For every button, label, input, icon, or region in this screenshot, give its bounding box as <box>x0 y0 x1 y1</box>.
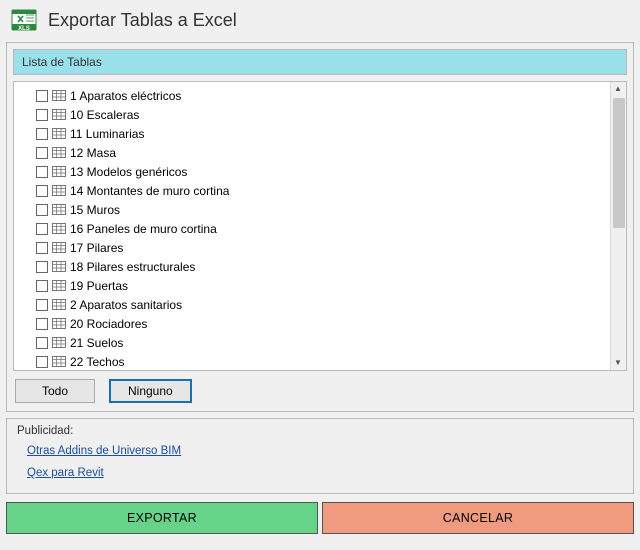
table-icon <box>52 128 66 139</box>
scroll-thumb[interactable] <box>613 98 625 228</box>
list-item[interactable]: 11 Luminarias <box>20 124 610 143</box>
list-item-label: 17 Pilares <box>70 241 123 255</box>
select-all-button[interactable]: Todo <box>15 379 95 403</box>
list-item-label: 13 Modelos genéricos <box>70 165 187 179</box>
list-item-label: 14 Montantes de muro cortina <box>70 184 229 198</box>
list-item[interactable]: 10 Escaleras <box>20 105 610 124</box>
table-icon <box>52 280 66 291</box>
list-item[interactable]: 14 Montantes de muro cortina <box>20 181 610 200</box>
cancel-button[interactable]: CANCELAR <box>322 502 634 534</box>
list-item-label: 18 Pilares estructurales <box>70 260 195 274</box>
svg-text:XLS: XLS <box>18 26 30 32</box>
checkbox[interactable] <box>36 242 48 254</box>
list-header: Lista de Tablas <box>13 49 627 75</box>
scrollbar[interactable]: ▲ ▼ <box>610 82 626 370</box>
list-item[interactable]: 21 Suelos <box>20 333 610 352</box>
table-icon <box>52 109 66 120</box>
selection-buttons: Todo Ninguno <box>13 379 627 405</box>
dialog-window: XLS Exportar Tablas a Excel Lista de Tab… <box>0 0 640 550</box>
list-item-label: 15 Muros <box>70 203 120 217</box>
scroll-down-icon[interactable]: ▼ <box>614 359 622 367</box>
list-item-label: 21 Suelos <box>70 336 123 350</box>
list-item[interactable]: 18 Pilares estructurales <box>20 257 610 276</box>
content-panel: Lista de Tablas 1 Aparatos eléctricos 10 … <box>6 42 634 412</box>
list-item-label: 11 Luminarias <box>70 127 144 141</box>
table-icon <box>52 261 66 272</box>
list-item[interactable]: 13 Modelos genéricos <box>20 162 610 181</box>
list-item-label: 20 Rociadores <box>70 317 147 331</box>
table-icon <box>52 299 66 310</box>
checkbox[interactable] <box>36 356 48 368</box>
table-icon <box>52 242 66 253</box>
titlebar: XLS Exportar Tablas a Excel <box>0 0 640 42</box>
table-icon <box>52 147 66 158</box>
list-item-label: 16 Paneles de muro cortina <box>70 222 217 236</box>
list-item-label: 12 Masa <box>70 146 116 160</box>
export-button[interactable]: EXPORTAR <box>6 502 318 534</box>
list-item[interactable]: 22 Techos <box>20 352 610 370</box>
excel-icon: XLS <box>10 6 38 34</box>
checkbox[interactable] <box>36 261 48 273</box>
list-item-label: 19 Puertas <box>70 279 128 293</box>
checkbox[interactable] <box>36 128 48 140</box>
checkbox[interactable] <box>36 204 48 216</box>
checkbox[interactable] <box>36 280 48 292</box>
table-icon <box>52 204 66 215</box>
table-icon <box>52 166 66 177</box>
list-scroll-area[interactable]: 1 Aparatos eléctricos 10 Escaleras 11 Lumi… <box>14 82 610 370</box>
checkbox[interactable] <box>36 299 48 311</box>
checkbox[interactable] <box>36 166 48 178</box>
list-box: 1 Aparatos eléctricos 10 Escaleras 11 Lumi… <box>13 81 627 371</box>
table-icon <box>52 318 66 329</box>
list-item[interactable]: 17 Pilares <box>20 238 610 257</box>
list-item-label: 1 Aparatos eléctricos <box>70 89 181 103</box>
checkbox[interactable] <box>36 90 48 102</box>
action-row: EXPORTAR CANCELAR <box>6 502 634 534</box>
table-icon <box>52 223 66 234</box>
ad-link-2[interactable]: Qex para Revit <box>27 463 104 485</box>
checkbox[interactable] <box>36 318 48 330</box>
ad-label: Publicidad: <box>17 425 623 437</box>
list-item-label: 22 Techos <box>70 355 125 369</box>
list-item[interactable]: 12 Masa <box>20 143 610 162</box>
list-item[interactable]: 15 Muros <box>20 200 610 219</box>
checkbox[interactable] <box>36 337 48 349</box>
checkbox[interactable] <box>36 223 48 235</box>
checkbox[interactable] <box>36 109 48 121</box>
list-item-label: 10 Escaleras <box>70 108 139 122</box>
table-icon <box>52 337 66 348</box>
ad-link-1[interactable]: Otras Addins de Universo BIM <box>27 441 181 463</box>
list-item[interactable]: 2 Aparatos sanitarios <box>20 295 610 314</box>
checkbox[interactable] <box>36 185 48 197</box>
list-item[interactable]: 19 Puertas <box>20 276 610 295</box>
dialog-title: Exportar Tablas a Excel <box>48 10 237 31</box>
scroll-up-icon[interactable]: ▲ <box>614 85 622 93</box>
table-icon <box>52 356 66 367</box>
checkbox[interactable] <box>36 147 48 159</box>
list-item[interactable]: 16 Paneles de muro cortina <box>20 219 610 238</box>
table-icon <box>52 90 66 101</box>
ad-panel: Publicidad: Otras Addins de Universo BIM… <box>6 418 634 494</box>
list-item-label: 2 Aparatos sanitarios <box>70 298 182 312</box>
select-none-button[interactable]: Ninguno <box>109 379 192 403</box>
list-item[interactable]: 1 Aparatos eléctricos <box>20 86 610 105</box>
list-item[interactable]: 20 Rociadores <box>20 314 610 333</box>
table-icon <box>52 185 66 196</box>
